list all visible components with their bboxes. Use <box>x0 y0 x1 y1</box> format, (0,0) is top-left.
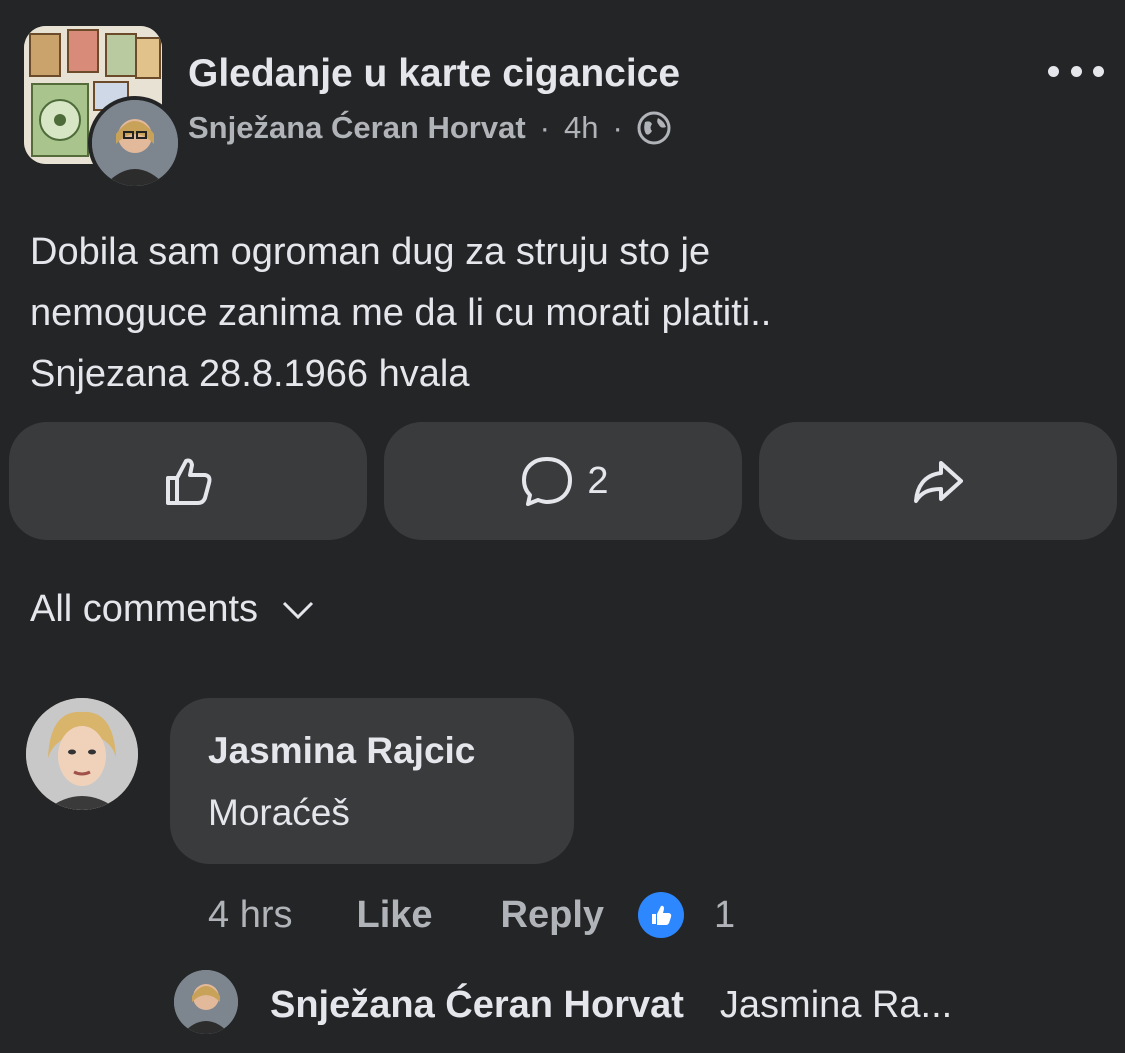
reply-preview[interactable]: Snježana Ćeran Horvat Jasmina Ra... <box>270 984 952 1027</box>
comments-filter[interactable]: All comments <box>30 588 318 631</box>
comment-actions: 4 hrs Like Reply 1 <box>208 892 735 938</box>
author-avatar[interactable] <box>88 96 182 190</box>
globe-icon <box>637 111 671 145</box>
comment-text: Moraćeš <box>208 792 350 833</box>
reply-author: Snježana Ćeran Horvat <box>270 984 684 1026</box>
share-button[interactable] <box>759 422 1117 540</box>
more-options-icon[interactable] <box>1048 56 1104 86</box>
like-reaction-icon[interactable] <box>638 892 685 938</box>
commenter-avatar[interactable] <box>26 698 138 810</box>
post-text-line: nemoguce zanima me da li cu morati plati… <box>30 292 772 334</box>
comment-icon <box>522 457 573 506</box>
comment-time[interactable]: 4 hrs <box>208 894 292 937</box>
post-author[interactable]: Snježana Ćeran Horvat <box>188 110 526 146</box>
chevron-down-icon <box>283 601 314 619</box>
post-text-line: Dobila sam ogroman dug za struju sto je <box>30 231 711 273</box>
post-meta: Snježana Ćeran Horvat · 4h · <box>188 110 671 146</box>
reaction-count[interactable]: 1 <box>714 894 735 937</box>
post-text: Dobila sam ogroman dug za struju sto je … <box>30 222 1090 405</box>
reply-text: Jasmina Ra... <box>719 984 953 1026</box>
comments-filter-label: All comments <box>30 588 259 630</box>
meta-separator: · <box>612 110 623 145</box>
comment-author[interactable]: Jasmina Rajcic <box>208 730 475 772</box>
post-time[interactable]: 4h <box>564 110 598 146</box>
reply-author-avatar[interactable] <box>174 970 238 1034</box>
post-text-line: Snjezana 28.8.1966 hvala <box>30 353 470 395</box>
thumbs-up-icon <box>166 458 212 505</box>
group-name[interactable]: Gledanje u karte cigancice <box>188 52 680 96</box>
comment-bubble <box>170 698 574 864</box>
comment-like-button[interactable]: Like <box>356 894 432 937</box>
comment-reply-button[interactable]: Reply <box>501 894 604 937</box>
like-button[interactable] <box>9 422 367 540</box>
share-icon <box>914 461 963 503</box>
comment-button[interactable]: 2 <box>384 422 742 540</box>
comment-count: 2 <box>587 459 609 502</box>
meta-separator: · <box>539 110 550 145</box>
